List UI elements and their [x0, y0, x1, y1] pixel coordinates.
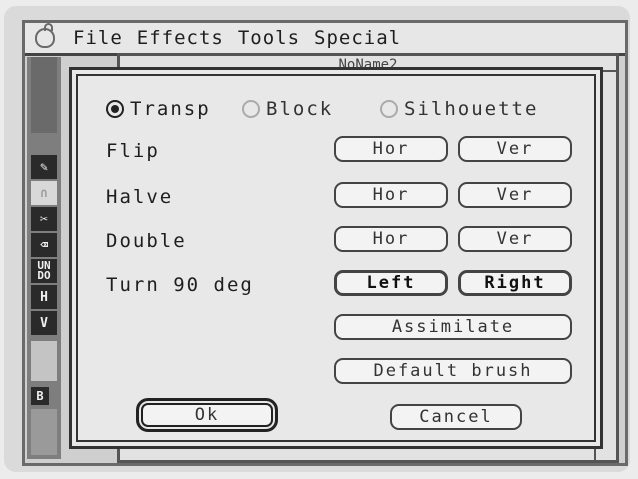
menu-tools[interactable]: Tools: [238, 27, 300, 49]
radio-selected-icon: [106, 100, 124, 118]
flip-hor-button[interactable]: Hor: [334, 136, 448, 162]
flip-ver-button[interactable]: Ver: [458, 136, 572, 162]
menu-effects[interactable]: Effects: [137, 27, 224, 49]
radio-empty-icon: [242, 100, 260, 118]
default-brush-button[interactable]: Default brush: [334, 358, 572, 384]
turn-90-label: Turn 90 deg: [106, 274, 254, 296]
tool-palette: ✎ ∩ ✂ ⌫ UN DO H V B: [27, 57, 61, 459]
flip-label: Flip: [106, 140, 160, 162]
pencil-icon[interactable]: ✎: [31, 155, 57, 179]
turn-left-button[interactable]: Left: [334, 270, 448, 296]
radio-transp-label: Transp: [130, 98, 211, 120]
screen: File Effects Tools Special ✎ ∩ ✂ ⌫ UN DO…: [22, 20, 628, 466]
radio-block[interactable]: Block: [242, 98, 333, 120]
radio-silhouette-label: Silhouette: [404, 98, 539, 120]
radio-transp[interactable]: Transp: [106, 98, 211, 120]
halve-label: Halve: [106, 186, 174, 208]
scissors-icon[interactable]: ✂: [31, 207, 57, 231]
lasso-icon[interactable]: ∩: [31, 181, 57, 205]
flip-vertical-button[interactable]: V: [31, 311, 57, 335]
double-ver-button[interactable]: Ver: [458, 226, 572, 252]
radio-silhouette[interactable]: Silhouette: [380, 98, 538, 120]
brush-button[interactable]: B: [31, 387, 49, 405]
flip-horizontal-button[interactable]: H: [31, 285, 57, 309]
menu-file[interactable]: File: [73, 27, 123, 49]
radio-empty-icon: [380, 100, 398, 118]
menu-special[interactable]: Special: [314, 27, 401, 49]
palette-top-block: [31, 57, 57, 133]
turn-right-button[interactable]: Right: [458, 270, 572, 296]
cancel-button[interactable]: Cancel: [390, 404, 522, 430]
double-label: Double: [106, 230, 187, 252]
halve-hor-button[interactable]: Hor: [334, 182, 448, 208]
double-hor-button[interactable]: Hor: [334, 226, 448, 252]
radio-block-label: Block: [266, 98, 334, 120]
assimilate-button[interactable]: Assimilate: [334, 314, 572, 340]
palette-color-swatch: [31, 409, 57, 455]
eraser-icon[interactable]: ⌫: [31, 233, 57, 257]
brush-dialog: Transp Block Silhouette Flip Hor Ver Hal…: [69, 67, 603, 449]
dialog-frame: Transp Block Silhouette Flip Hor Ver Hal…: [76, 74, 596, 442]
halve-ver-button[interactable]: Ver: [458, 182, 572, 208]
palette-swatch: [31, 341, 57, 381]
undo-button[interactable]: UN DO: [31, 259, 57, 283]
menu-bar: File Effects Tools Special: [25, 23, 625, 56]
monitor-bezel: File Effects Tools Special ✎ ∩ ✂ ⌫ UN DO…: [4, 6, 630, 472]
ok-button[interactable]: Ok: [136, 398, 278, 432]
apple-menu-icon[interactable]: [35, 23, 55, 48]
